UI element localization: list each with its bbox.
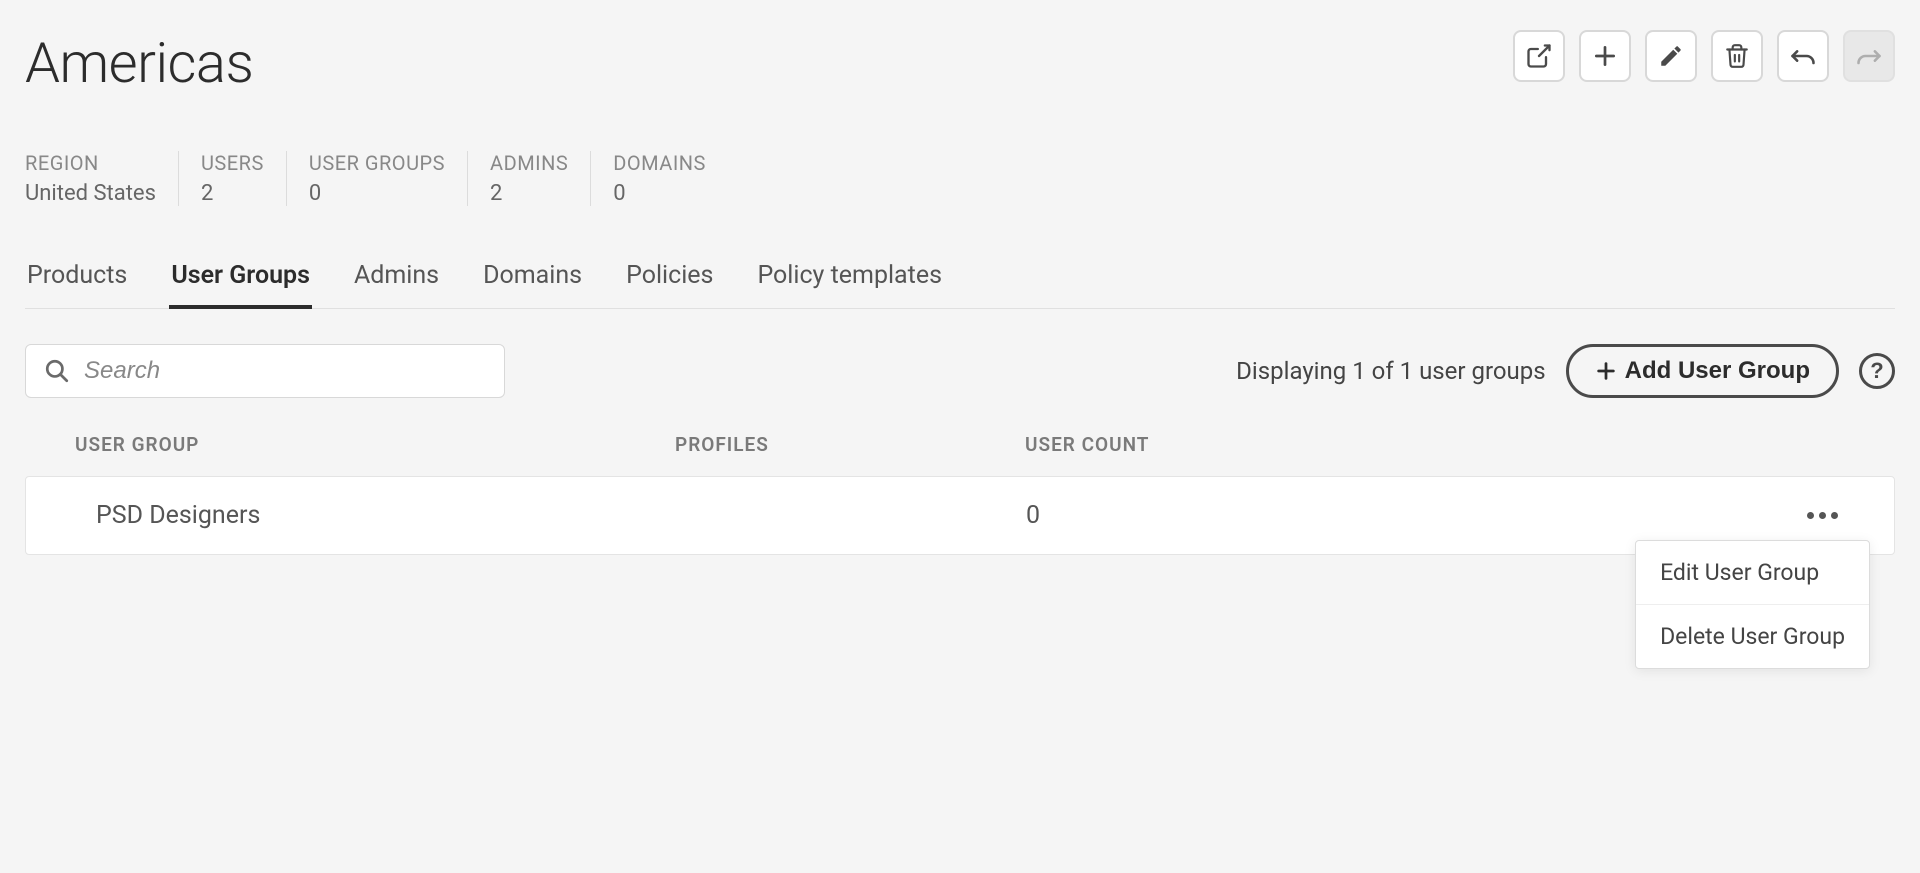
stat-domains-value: 0 <box>613 181 706 206</box>
tab-admins[interactable]: Admins <box>352 261 441 308</box>
toolbar <box>1513 30 1895 82</box>
stat-region-label: REGION <box>25 151 156 175</box>
more-icon <box>1807 512 1838 519</box>
search-box[interactable] <box>25 344 505 398</box>
cell-user-count: 0 <box>1026 501 1226 530</box>
redo-icon <box>1855 42 1883 70</box>
stat-user-groups-value: 0 <box>309 181 445 206</box>
add-user-group-label: Add User Group <box>1625 357 1810 385</box>
stat-users: USERS 2 <box>201 151 287 206</box>
cell-user-group-name: PSD Designers <box>76 501 676 530</box>
redo-button <box>1843 30 1895 82</box>
table-row[interactable]: PSD Designers 0 <box>25 476 1895 555</box>
column-header-profiles: PROFILES <box>675 433 1025 456</box>
stat-admins: ADMINS 2 <box>490 151 591 206</box>
row-actions-menu: Edit User Group Delete User Group <box>1635 540 1870 669</box>
tab-policy-templates[interactable]: Policy templates <box>755 261 944 308</box>
stat-admins-value: 2 <box>490 181 568 206</box>
plus-icon <box>1595 360 1617 382</box>
undo-icon <box>1789 42 1817 70</box>
stat-region-value: United States <box>25 181 156 206</box>
search-icon <box>44 358 70 384</box>
add-user-group-button[interactable]: Add User Group <box>1566 344 1839 398</box>
column-header-user-count: USER COUNT <box>1025 433 1225 456</box>
tab-user-groups[interactable]: User Groups <box>169 261 312 308</box>
tab-products[interactable]: Products <box>25 261 129 308</box>
stat-region: REGION United States <box>25 151 179 206</box>
display-count-text: Displaying 1 of 1 user groups <box>1236 357 1546 385</box>
add-button[interactable] <box>1579 30 1631 82</box>
stat-user-groups: USER GROUPS 0 <box>309 151 468 206</box>
page-title: Americas <box>25 30 253 96</box>
help-icon: ? <box>1870 358 1883 384</box>
tab-domains[interactable]: Domains <box>481 261 584 308</box>
delete-button[interactable] <box>1711 30 1763 82</box>
edit-button[interactable] <box>1645 30 1697 82</box>
stat-domains-label: DOMAINS <box>613 151 706 175</box>
export-button[interactable] <box>1513 30 1565 82</box>
pencil-icon <box>1658 43 1684 69</box>
column-header-user-group: USER GROUP <box>75 433 675 456</box>
stat-users-value: 2 <box>201 181 264 206</box>
stat-domains: DOMAINS 0 <box>613 151 728 206</box>
row-actions-button[interactable] <box>1801 506 1844 525</box>
stat-admins-label: ADMINS <box>490 151 568 175</box>
help-button[interactable]: ? <box>1859 353 1895 389</box>
menu-item-edit-user-group[interactable]: Edit User Group <box>1636 541 1869 605</box>
undo-button[interactable] <box>1777 30 1829 82</box>
stats-row: REGION United States USERS 2 USER GROUPS… <box>25 151 1895 206</box>
user-groups-table: USER GROUP PROFILES USER COUNT PSD Desig… <box>25 433 1895 555</box>
tab-policies[interactable]: Policies <box>624 261 715 308</box>
stat-user-groups-label: USER GROUPS <box>309 151 445 175</box>
plus-icon <box>1592 43 1618 69</box>
export-icon <box>1525 42 1553 70</box>
search-input[interactable] <box>84 357 486 385</box>
trash-icon <box>1724 43 1750 69</box>
tabs: Products User Groups Admins Domains Poli… <box>25 261 1895 309</box>
stat-users-label: USERS <box>201 151 264 175</box>
menu-item-delete-user-group[interactable]: Delete User Group <box>1636 605 1869 668</box>
